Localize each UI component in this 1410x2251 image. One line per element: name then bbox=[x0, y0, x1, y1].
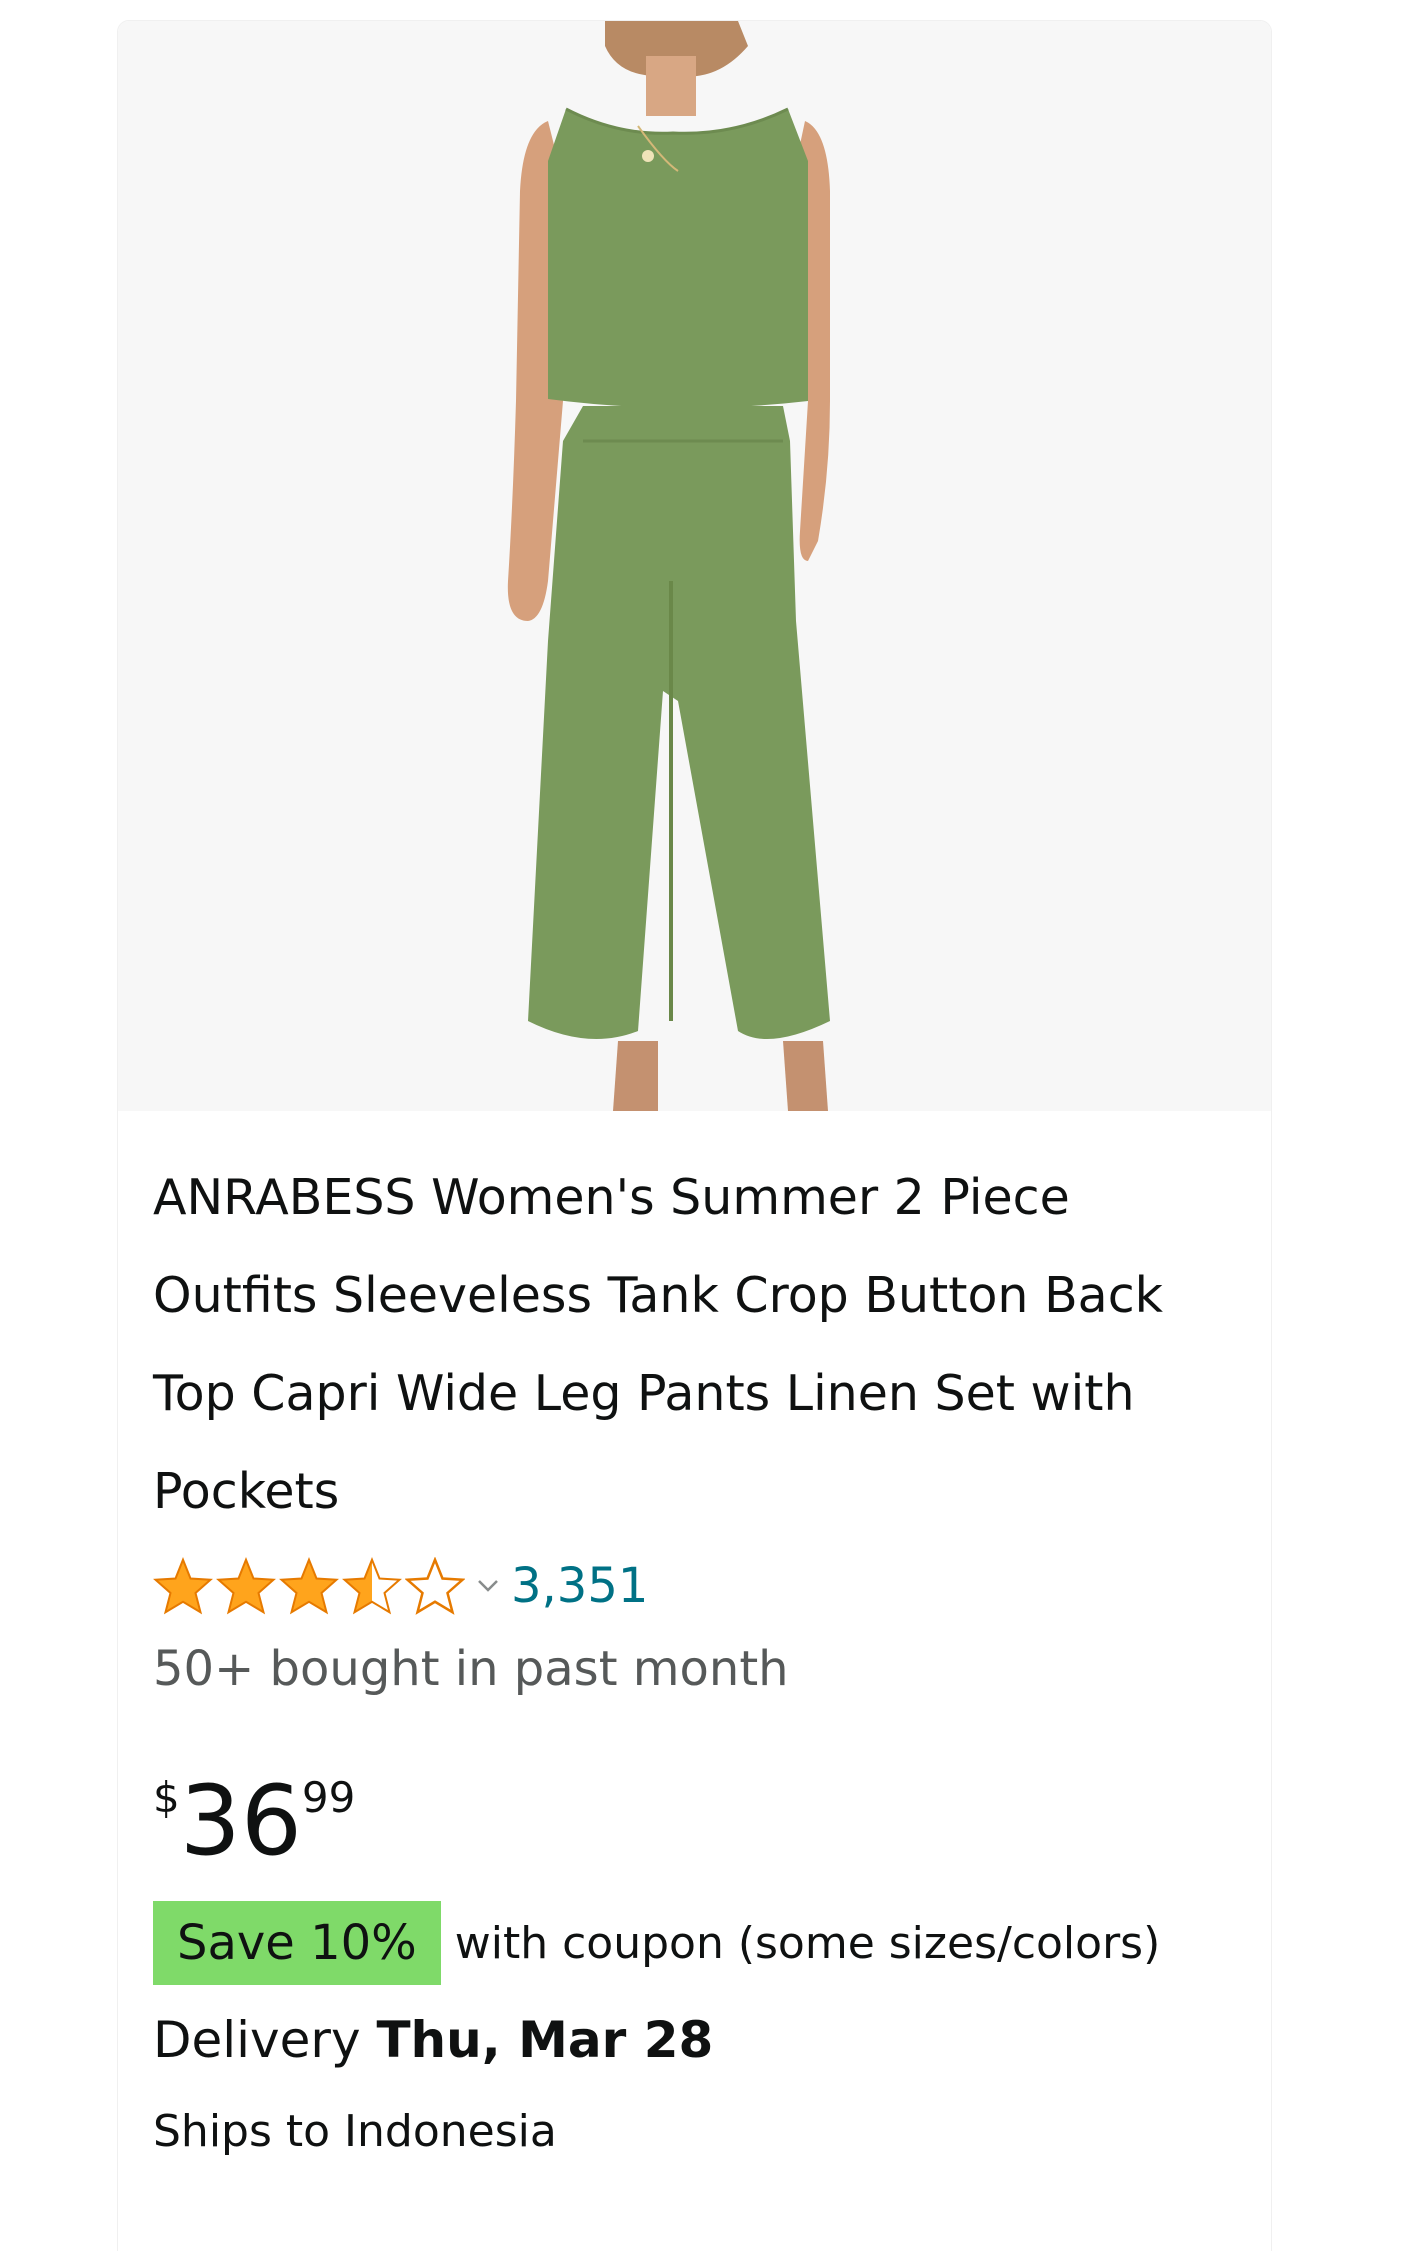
price: $ 36 99 bbox=[153, 1761, 355, 1881]
star-icon bbox=[405, 1557, 465, 1615]
star-icon bbox=[216, 1557, 276, 1615]
product-photo-illustration bbox=[507, 21, 830, 1111]
ships-to: Ships to Indonesia bbox=[153, 2106, 557, 2157]
product-image[interactable] bbox=[118, 21, 1271, 1111]
price-whole: 36 bbox=[179, 1765, 302, 1877]
coupon-row: Save 10% with coupon (some sizes/colors) bbox=[153, 1901, 1160, 1985]
price-symbol: $ bbox=[153, 1773, 180, 1822]
review-count-link[interactable]: 3,351 bbox=[511, 1558, 648, 1614]
coupon-text: with coupon (some sizes/colors) bbox=[454, 1917, 1161, 1969]
coupon-badge[interactable]: Save 10% bbox=[153, 1901, 441, 1985]
delivery-date: Thu, Mar 28 bbox=[376, 2011, 714, 2069]
star-icon bbox=[279, 1557, 339, 1615]
chevron-down-icon[interactable] bbox=[477, 1575, 499, 1597]
product-card[interactable]: ANRABESS Women's Summer 2 Piece Outfits … bbox=[117, 20, 1272, 2251]
star-icon bbox=[342, 1557, 402, 1615]
star-rating[interactable] bbox=[153, 1557, 465, 1615]
price-fraction: 99 bbox=[301, 1773, 356, 1822]
delivery-label: Delivery bbox=[153, 2011, 377, 2069]
delivery-info: Delivery Thu, Mar 28 bbox=[153, 2011, 713, 2069]
star-icon bbox=[153, 1557, 213, 1615]
rating-row[interactable]: 3,351 bbox=[153, 1551, 648, 1621]
bought-in-past-month: 50+ bought in past month bbox=[153, 1641, 789, 1697]
product-title[interactable]: ANRABESS Women's Summer 2 Piece Outfits … bbox=[153, 1149, 1233, 1541]
